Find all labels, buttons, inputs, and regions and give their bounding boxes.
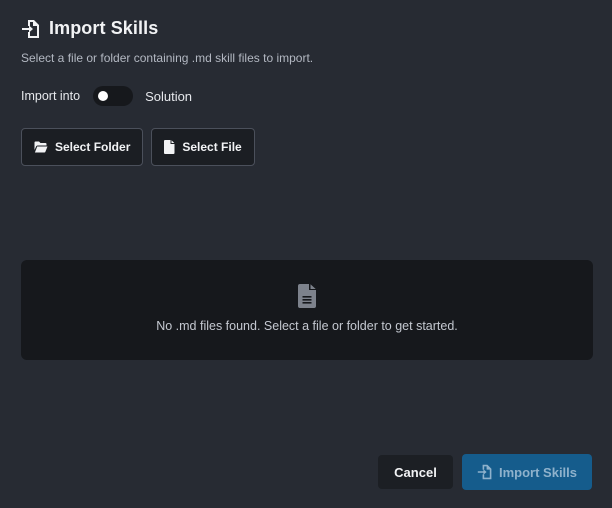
dialog-title: Import Skills bbox=[49, 18, 159, 38]
dialog-header: Import Skills bbox=[21, 18, 158, 39]
select-folder-label: Select Folder bbox=[55, 140, 131, 154]
empty-state-panel: No .md files found. Select a file or fol… bbox=[21, 260, 593, 360]
dialog-footer: Cancel Import Skills bbox=[378, 454, 592, 490]
folder-open-icon bbox=[34, 141, 48, 153]
source-buttons: Select Folder Select File bbox=[21, 128, 255, 166]
select-file-button[interactable]: Select File bbox=[151, 128, 255, 166]
cancel-button[interactable]: Cancel bbox=[378, 455, 453, 489]
import-into-value: Solution bbox=[145, 88, 193, 104]
file-lines-icon bbox=[298, 284, 316, 308]
import-skills-button[interactable]: Import Skills bbox=[462, 454, 592, 490]
dialog-subtitle: Select a file or folder containing .md s… bbox=[21, 51, 314, 65]
toggle-knob bbox=[98, 91, 109, 101]
empty-state-message: No .md files found. Select a file or fol… bbox=[156, 319, 458, 333]
file-icon bbox=[164, 140, 175, 154]
file-import-icon bbox=[21, 19, 41, 39]
import-skills-label: Import Skills bbox=[498, 464, 578, 480]
import-into-label: Import into bbox=[21, 89, 81, 103]
import-skills-dialog: Import Skills Select a file or folder co… bbox=[0, 0, 612, 508]
file-import-icon bbox=[477, 464, 493, 480]
select-file-label: Select File bbox=[182, 140, 242, 154]
import-into-toggle[interactable] bbox=[93, 86, 134, 106]
import-into-row: Import into Solution bbox=[21, 86, 192, 106]
select-folder-button[interactable]: Select Folder bbox=[21, 128, 144, 166]
